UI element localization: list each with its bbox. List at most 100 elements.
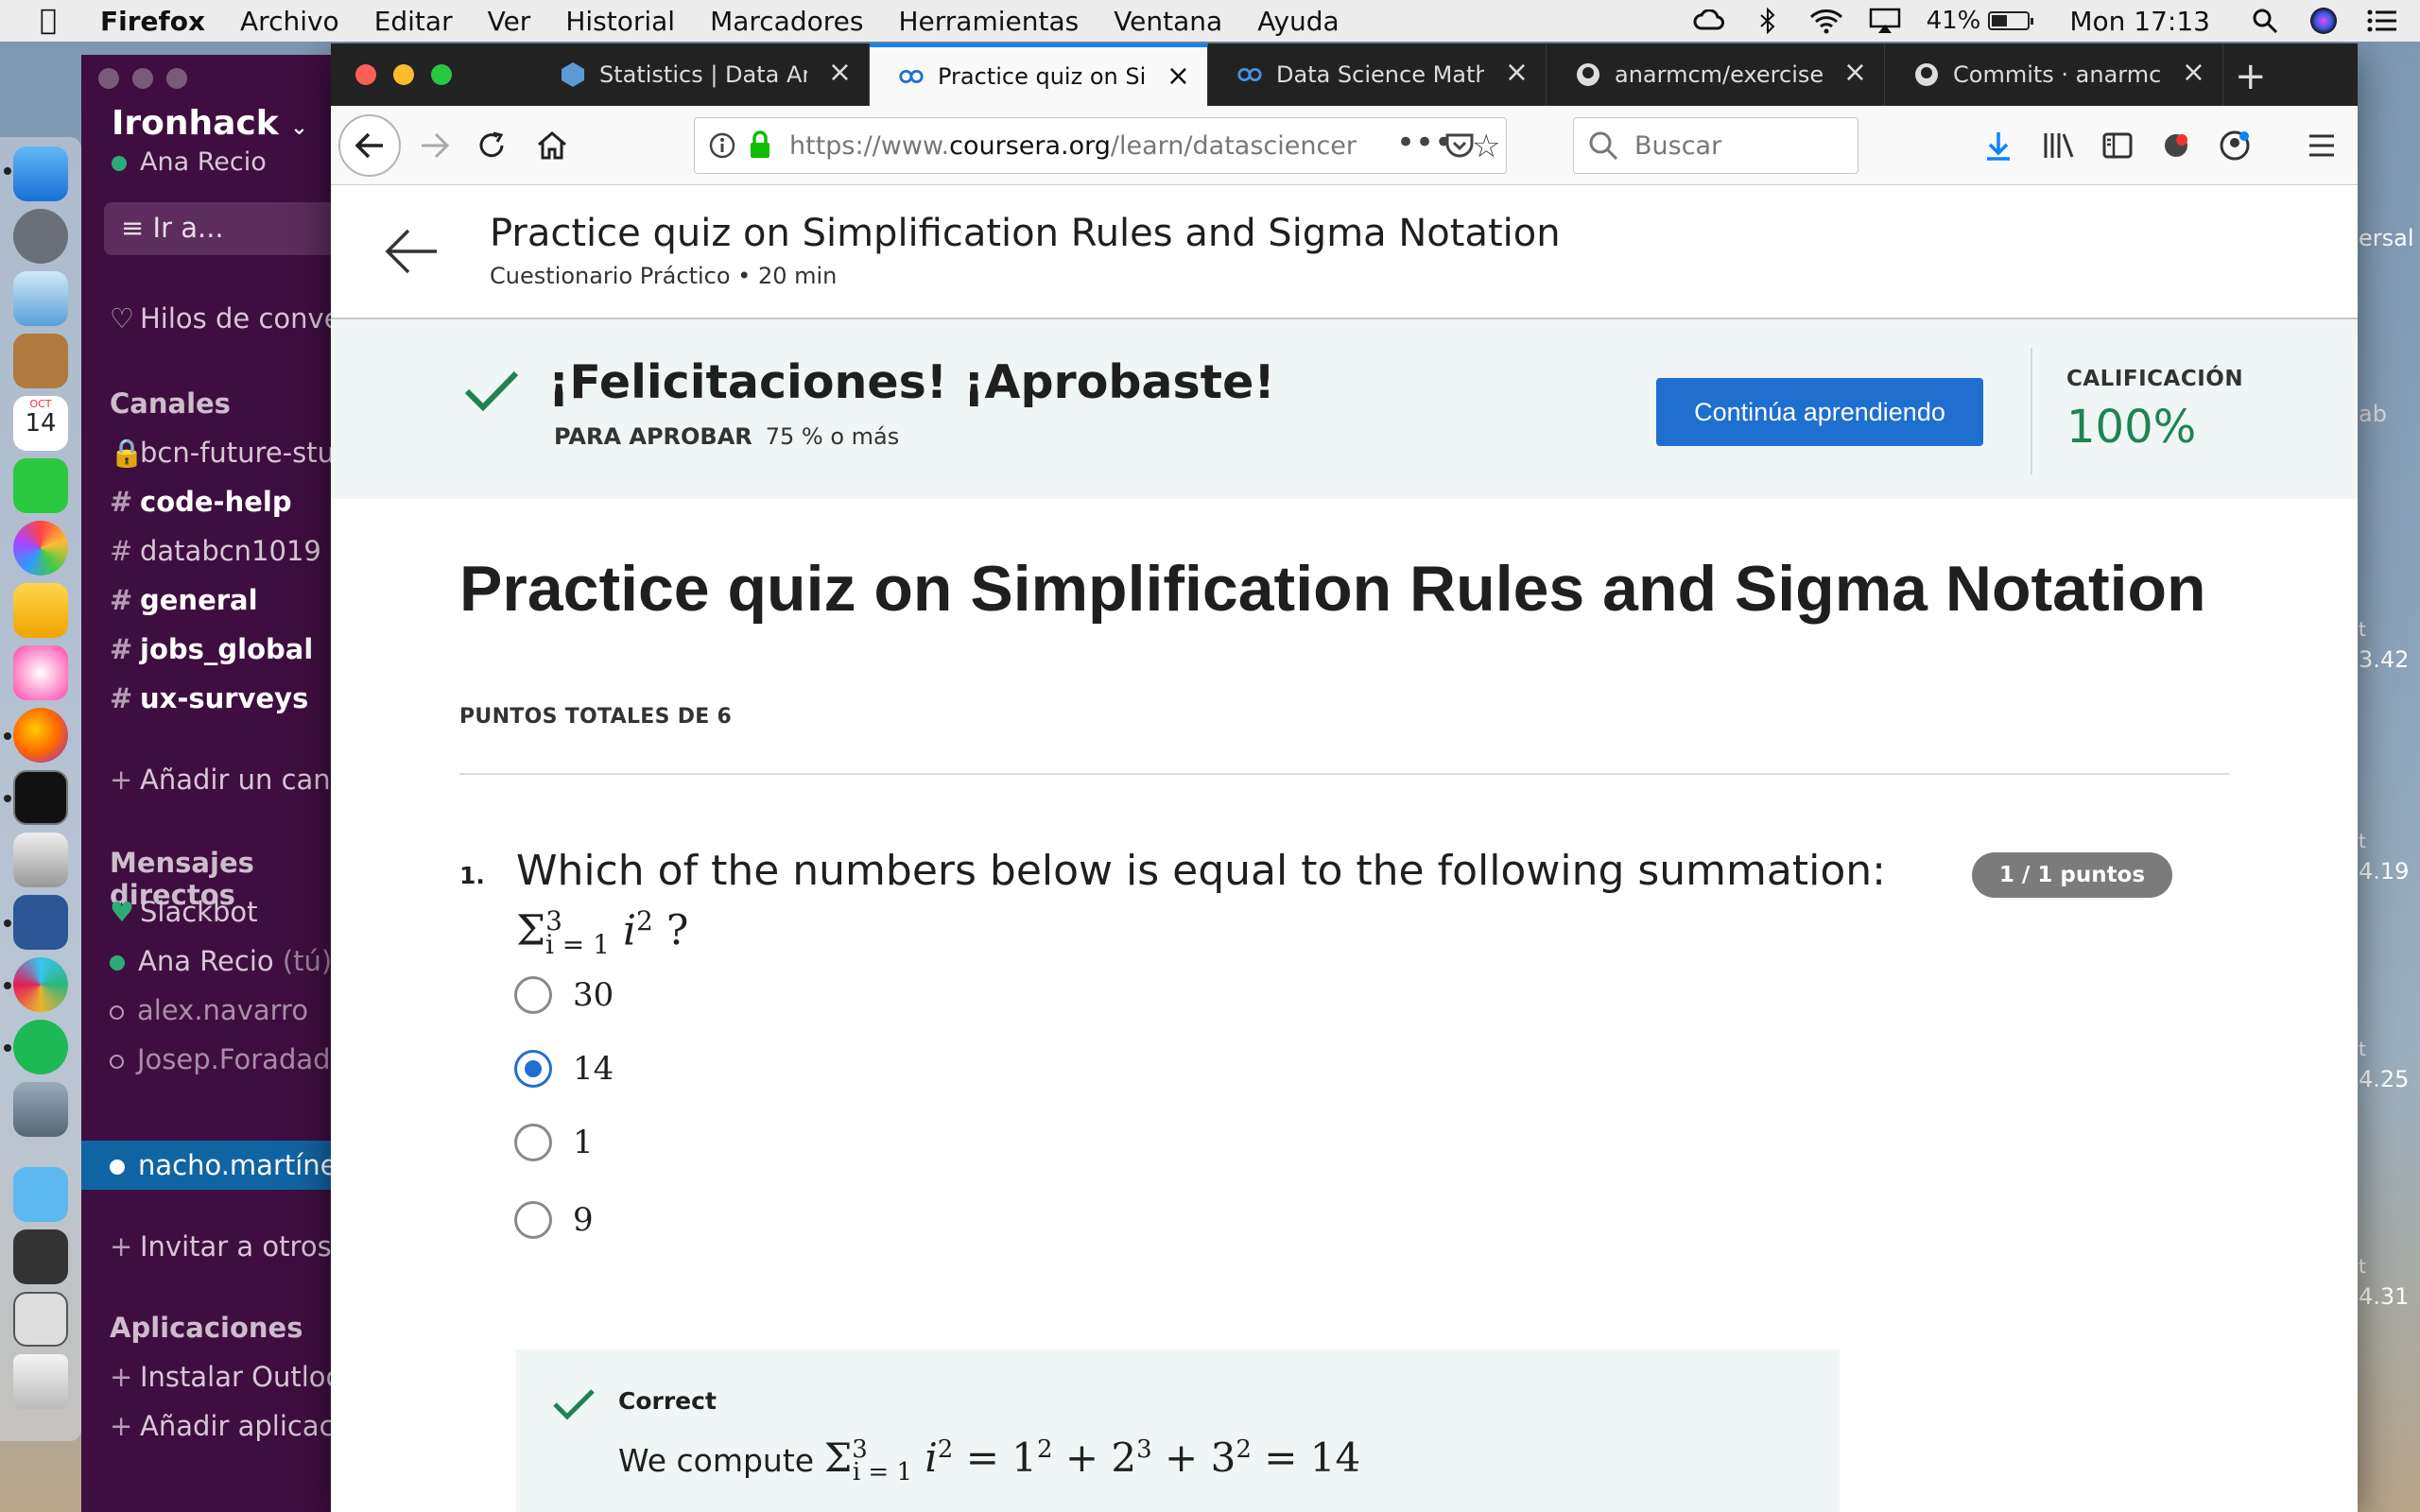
word-icon[interactable] xyxy=(13,895,68,950)
menu-marcadores[interactable]: Marcadores xyxy=(710,6,863,37)
bluetooth-icon[interactable] xyxy=(1751,8,1785,34)
answer-option[interactable]: 9 xyxy=(514,1198,594,1242)
tab-practice-quiz[interactable]: Practice quiz on Simpli × xyxy=(870,43,1208,106)
close-tab-icon[interactable]: × xyxy=(1505,59,1529,87)
battery-icon[interactable] xyxy=(1988,11,2034,30)
slack-invite[interactable]: + Invitar a otros xyxy=(110,1230,332,1263)
slack-channel[interactable]: # general xyxy=(110,584,258,616)
wifi-icon[interactable] xyxy=(1809,8,1843,34)
trash-icon[interactable] xyxy=(13,1354,68,1409)
siri-icon[interactable] xyxy=(2307,8,2341,34)
recent-window-thumbnail-icon[interactable] xyxy=(13,1229,68,1284)
downloads-icon[interactable] xyxy=(1979,127,2017,164)
slack-channel[interactable]: # code-help xyxy=(110,486,292,518)
radio-button[interactable] xyxy=(514,1124,552,1161)
close-tab-icon[interactable]: × xyxy=(828,59,852,87)
extension-icon[interactable] xyxy=(2157,127,2195,164)
slack-dm[interactable]: ♥ Slackbot xyxy=(110,896,258,928)
slack-channel[interactable]: # databcn1019 xyxy=(110,535,321,567)
answer-option-selected[interactable]: 14 xyxy=(514,1047,614,1091)
lock-icon[interactable] xyxy=(748,129,772,166)
photos-icon[interactable] xyxy=(13,521,68,576)
minimize-window-button[interactable] xyxy=(393,64,414,85)
slack-dm-selected[interactable]: nacho.martínez xyxy=(110,1149,352,1181)
zoom-window-button[interactable] xyxy=(431,64,452,85)
forward-button[interactable] xyxy=(408,119,461,172)
sequel-pro-icon[interactable] xyxy=(13,833,68,887)
tab-statistics[interactable]: Statistics | Data Analyt × xyxy=(531,43,870,106)
recent-window-thumbnail-icon[interactable] xyxy=(13,1292,68,1347)
slack-channel[interactable]: 🔒bcn-future-stud xyxy=(110,437,352,470)
slack-app-item[interactable]: + Instalar Outlook xyxy=(110,1361,358,1393)
library-icon[interactable] xyxy=(2040,127,2078,164)
menu-historial[interactable]: Historial xyxy=(565,6,675,37)
stats-favicon-icon xyxy=(560,61,586,88)
back-button[interactable] xyxy=(338,114,401,177)
tab-title: Statistics | Data Analyt xyxy=(599,61,807,88)
url-path: /learn/datasciencem xyxy=(1110,131,1357,161)
slack-apps-header[interactable]: Aplicaciones xyxy=(110,1312,302,1344)
itunes-icon[interactable] xyxy=(13,645,68,700)
contacts-icon[interactable] xyxy=(13,334,68,388)
close-tab-icon[interactable]: × xyxy=(1167,62,1190,91)
menubar-clock[interactable]: Mon 17:13 xyxy=(2069,6,2210,37)
slack-icon[interactable] xyxy=(13,957,68,1012)
notification-center-icon[interactable] xyxy=(2365,8,2399,34)
spotify-icon[interactable] xyxy=(13,1020,68,1074)
preview-icon[interactable] xyxy=(13,271,68,326)
slack-threads[interactable]: ♡ Hilos de conver xyxy=(110,302,352,335)
finder-icon[interactable] xyxy=(13,146,68,201)
slack-channel[interactable]: # ux-surveys xyxy=(110,682,308,714)
calendar-icon[interactable]: OCT 14 xyxy=(13,396,68,451)
new-tab-icon[interactable]: + xyxy=(2235,55,2267,98)
facetime-icon[interactable] xyxy=(13,458,68,513)
radio-button[interactable] xyxy=(514,1201,552,1239)
sidebar-icon[interactable] xyxy=(2099,127,2136,164)
apple-menu-icon[interactable]:  xyxy=(40,6,68,36)
menu-archivo[interactable]: Archivo xyxy=(240,6,339,37)
account-icon[interactable] xyxy=(2216,127,2254,164)
hamburger-menu-icon[interactable] xyxy=(2303,127,2341,164)
reload-button[interactable] xyxy=(465,119,518,172)
terminal-icon[interactable] xyxy=(13,770,68,825)
search-bar[interactable]: Buscar xyxy=(1573,117,1858,174)
radio-button[interactable] xyxy=(514,976,552,1014)
back-arrow-icon[interactable] xyxy=(384,223,441,280)
menu-app-firefox[interactable]: Firefox xyxy=(100,6,205,37)
firefox-icon[interactable] xyxy=(13,708,68,763)
system-utility-icon[interactable] xyxy=(13,1082,68,1137)
close-window-button[interactable] xyxy=(355,64,376,85)
answer-option[interactable]: 30 xyxy=(514,973,614,1017)
menu-ventana[interactable]: Ventana xyxy=(1114,6,1222,37)
creative-cloud-icon[interactable] xyxy=(1692,8,1726,34)
close-tab-icon[interactable]: × xyxy=(2182,59,2205,87)
url-bar[interactable]: https://www.coursera.org/learn/datascien… xyxy=(694,117,1507,174)
continue-learning-button[interactable]: Continúa aprendiendo xyxy=(1656,378,1983,446)
radio-button-selected[interactable] xyxy=(514,1050,552,1088)
slack-dm[interactable]: Josep.Foradada xyxy=(110,1043,347,1075)
slack-add-channel[interactable]: + Añadir un canal xyxy=(110,764,355,796)
menu-herramientas[interactable]: Herramientas xyxy=(898,6,1079,37)
menu-editar[interactable]: Editar xyxy=(374,6,453,37)
tab-data-science-math[interactable]: Data Science Math Ski × xyxy=(1208,43,1547,106)
menu-ver[interactable]: Ver xyxy=(488,6,531,37)
bookmark-star-icon[interactable]: ☆ xyxy=(1472,128,1500,165)
home-button[interactable] xyxy=(526,119,579,172)
tab-github-commits[interactable]: Commits · anarmcm/e × xyxy=(1885,43,2223,106)
launchpad-icon[interactable] xyxy=(13,209,68,264)
slack-dm[interactable]: Ana Recio (tú) xyxy=(110,945,332,977)
slack-channel[interactable]: # jobs_global xyxy=(110,633,313,665)
spotlight-search-icon[interactable] xyxy=(2248,8,2282,34)
airplay-icon[interactable] xyxy=(1868,8,1902,34)
slack-dm[interactable]: alex.navarro xyxy=(110,994,308,1026)
answer-option[interactable]: 1 xyxy=(514,1121,594,1164)
menu-ayuda[interactable]: Ayuda xyxy=(1257,6,1340,37)
pages-icon[interactable] xyxy=(13,583,68,638)
info-icon[interactable] xyxy=(708,131,736,166)
slack-channels-header[interactable]: Canales xyxy=(110,387,231,420)
close-tab-icon[interactable]: × xyxy=(1843,59,1867,87)
pocket-icon[interactable] xyxy=(1443,129,1476,168)
tab-github-exercises[interactable]: anarmcm/exercises-pr × xyxy=(1547,43,1885,106)
downloads-folder-icon[interactable] xyxy=(13,1167,68,1222)
slack-workspace-name[interactable]: Ironhack ⌄ xyxy=(112,104,308,143)
